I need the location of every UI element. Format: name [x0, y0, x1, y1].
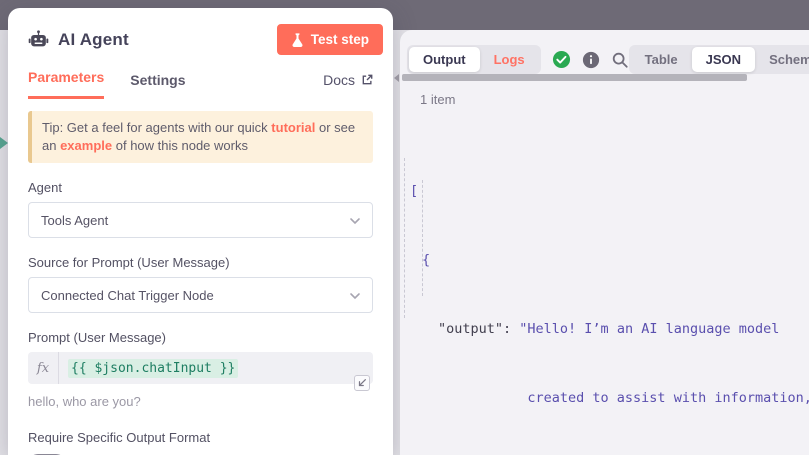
- robot-icon: [28, 29, 49, 50]
- info-icon[interactable]: [582, 51, 600, 69]
- success-check-icon: [552, 50, 571, 69]
- expression-preview: hello, who are you?: [28, 394, 373, 409]
- json-line: {: [410, 249, 809, 272]
- chevron-down-icon: [349, 290, 361, 305]
- json-output-view: [ { "output": "Hello! I’m an AI language…: [410, 134, 809, 455]
- json-line: [: [410, 180, 809, 203]
- agent-select[interactable]: Tools Agent: [28, 202, 373, 238]
- expression-value[interactable]: {{ $json.chatInput }}: [68, 359, 238, 378]
- test-step-button[interactable]: Test step: [277, 24, 383, 55]
- tutorial-link[interactable]: tutorial: [271, 120, 315, 135]
- screen: AI Agent Test step Parameters Settings D…: [0, 0, 809, 455]
- prompt-field-label: Prompt (User Message): [28, 330, 373, 345]
- output-format-label: Require Specific Output Format: [28, 430, 373, 445]
- json-value: "Hello! I’m an AI language model: [519, 321, 779, 337]
- node-tabs: Parameters Settings Docs: [28, 69, 373, 99]
- output-controls: Output Logs: [400, 30, 809, 74]
- flask-icon: [291, 33, 304, 47]
- items-count: 1 item: [420, 92, 455, 107]
- node-details-panel: AI Agent Test step Parameters Settings D…: [8, 8, 393, 455]
- json-key: "output":: [438, 321, 519, 337]
- tab-output[interactable]: Output: [409, 47, 480, 72]
- node-title: AI Agent: [58, 30, 129, 50]
- tab-parameters[interactable]: Parameters: [28, 69, 104, 99]
- chevron-down-icon: [349, 215, 361, 230]
- json-line: "output": "Hello! I’m an AI language mod…: [410, 318, 809, 341]
- example-link[interactable]: example: [60, 138, 112, 153]
- tab-json[interactable]: JSON: [692, 47, 755, 72]
- node-header: AI Agent Test step: [28, 24, 373, 55]
- tab-table[interactable]: Table: [631, 47, 692, 72]
- prompt-source-select[interactable]: Connected Chat Trigger Node: [28, 277, 373, 313]
- external-link-icon: [361, 74, 373, 86]
- panel-resize-arrow-icon[interactable]: [394, 74, 399, 82]
- tab-schema[interactable]: Schema: [755, 47, 809, 72]
- agent-field-label: Agent: [28, 180, 373, 195]
- tab-logs[interactable]: Logs: [480, 47, 539, 72]
- json-line: created to assist with information,: [410, 387, 809, 410]
- tip-callout: Tip: Get a feel for agents with our quic…: [28, 111, 373, 163]
- indent-guide: [404, 158, 405, 318]
- prompt-source-field-label: Source for Prompt (User Message): [28, 255, 373, 270]
- input-connector-arrow: [0, 137, 8, 149]
- output-panel: Output Logs: [400, 30, 809, 455]
- expression-input[interactable]: fx {{ $json.chatInput }}: [28, 352, 373, 384]
- horizontal-scrollbar[interactable]: [402, 74, 747, 81]
- output-logs-switcher: Output Logs: [407, 45, 541, 74]
- format-switcher: Table JSON Schema: [629, 45, 809, 74]
- tab-settings[interactable]: Settings: [130, 72, 185, 99]
- search-icon[interactable]: [611, 51, 629, 69]
- expand-expression-button[interactable]: [354, 375, 370, 391]
- fx-badge: fx: [28, 352, 59, 384]
- docs-link[interactable]: Docs: [323, 72, 373, 99]
